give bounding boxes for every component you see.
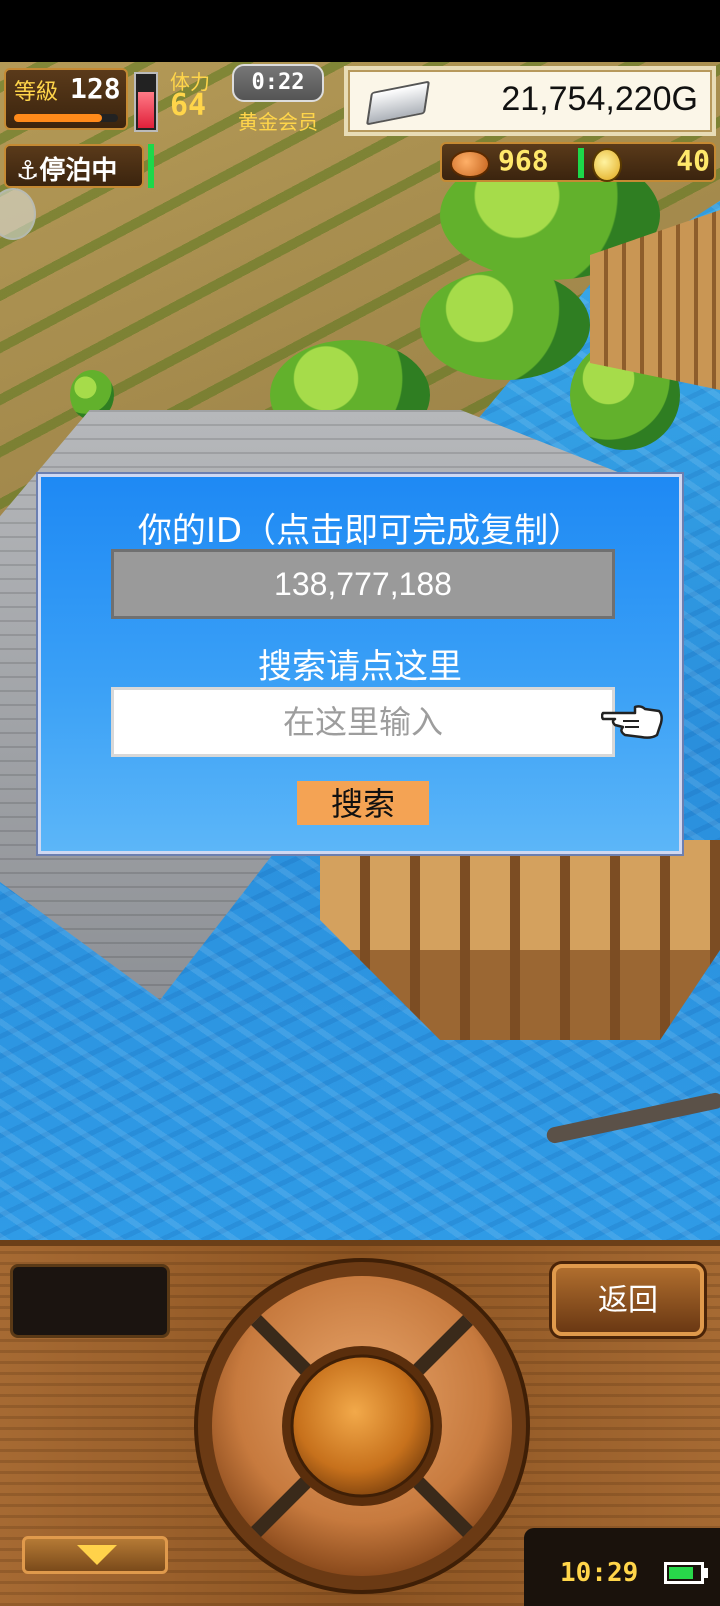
coin-value: 40 [676,144,710,177]
console-display-slot [10,1264,170,1338]
pointing-hand-icon [601,705,663,739]
id-copy-box[interactable]: 138,777,188 [111,549,615,619]
level-progress-fill [14,114,103,122]
battery-tip [704,1568,708,1578]
food-value: 968 [498,144,549,177]
back-button[interactable]: 返回 [552,1264,704,1336]
resource-separator [578,148,584,178]
search-title: 搜索请点这里 [258,647,462,687]
dock-status-label: 停泊中 [39,156,118,186]
stamina-gauge [134,72,158,132]
level-label: 等級 [14,80,59,105]
battery-icon [664,1562,704,1584]
money-panel: 21,754,220G [344,66,716,136]
dock-status-text: ⚓停泊中 [16,150,117,187]
clock-panel: 10:29 [524,1528,720,1606]
dock-status-indicator [148,144,154,188]
collapse-menu-button[interactable] [22,1536,168,1574]
id-title: 你的ID（点击即可完成复制） [137,511,583,551]
search-input[interactable] [111,687,615,757]
clock-time: 10:29 [560,1558,639,1588]
coin-icon [592,148,622,182]
control-console: 返回 10:29 [0,1240,720,1606]
search-button[interactable]: 搜索 [297,781,429,825]
level-panel: 等級 128 [4,68,128,130]
friend-id-dialog: 你的ID（点击即可完成复制） 138,777,188 搜索请点这里 搜索 [38,474,682,854]
money-amount: 21,754,220G [501,80,698,118]
battery-fill [669,1567,693,1579]
level-progress-bar [14,114,118,122]
directional-ring-control[interactable] [192,1256,532,1596]
gold-member-label: 黄金会员 [238,110,318,134]
meat-icon [450,150,490,178]
anchor-icon: ⚓ [16,156,40,186]
tree-cluster [420,270,590,380]
stamina-value: 64 [170,88,207,123]
level-value: 128 [70,72,121,105]
resource-panel: 968 40 [440,142,716,182]
stamina-gauge-fill [138,91,154,128]
stamina-timer: 0:22 [232,64,324,102]
down-arrow-icon [77,1545,117,1565]
status-bar-area [0,0,720,62]
silver-bar-icon [365,80,431,126]
dock-status-badge: ⚓停泊中 [4,144,144,188]
